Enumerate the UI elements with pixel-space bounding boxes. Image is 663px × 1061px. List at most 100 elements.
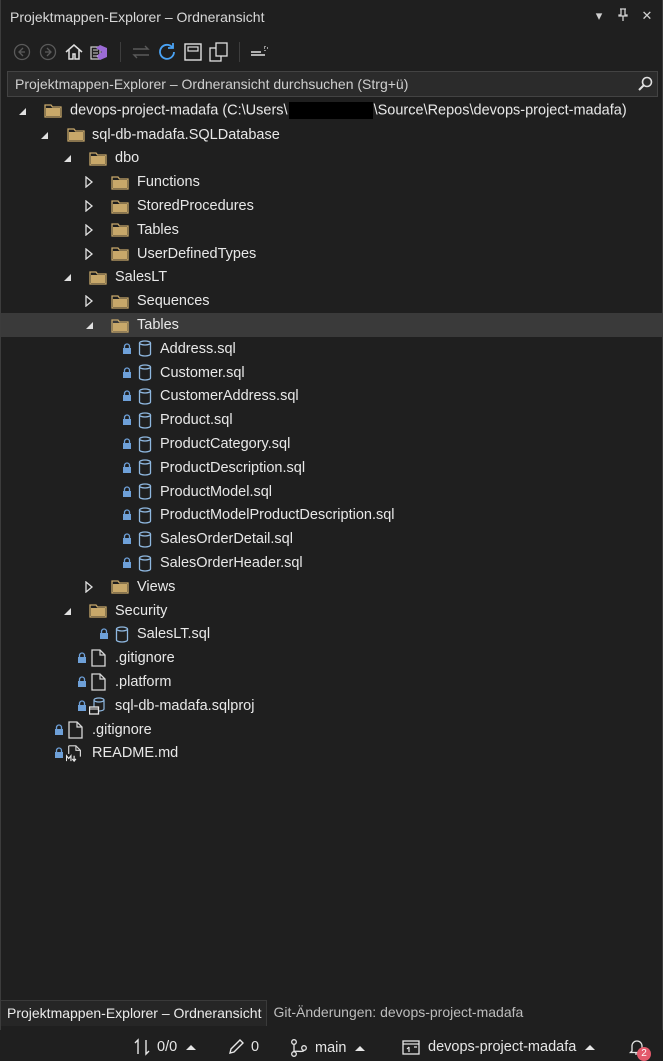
tree-item-table-file[interactable]: SalesOrderHeader.sql bbox=[1, 551, 662, 575]
tab-git-changes[interactable]: Git-Änderungen: devops-project-madafa bbox=[267, 1000, 528, 1026]
title-controls: ▾ ✕ bbox=[592, 8, 654, 24]
branch-selector[interactable]: main bbox=[289, 1038, 366, 1058]
toolbar-separator bbox=[239, 42, 240, 62]
database-file-icon bbox=[136, 387, 154, 405]
root-label-suffix: \Source\Repos\devops-project-madafa) bbox=[373, 102, 627, 119]
vs-switch-view-icon[interactable] bbox=[89, 41, 111, 63]
tree-item-label: Tables bbox=[137, 317, 179, 334]
lock-icon bbox=[122, 390, 132, 402]
repository-selector[interactable]: devops-project-madafa bbox=[402, 1038, 596, 1056]
lock-icon bbox=[122, 557, 132, 569]
tree-item-label: SalesLT.sql bbox=[137, 626, 211, 643]
dropdown-icon[interactable]: ▾ bbox=[592, 8, 606, 24]
tree-item-platform[interactable]: .platform bbox=[1, 670, 662, 694]
solution-explorer-panel: Projektmappen-Explorer – Ordneransicht ▾… bbox=[0, 0, 663, 1030]
folder-icon bbox=[111, 173, 129, 191]
sync-icon[interactable] bbox=[130, 41, 152, 63]
tree-item-functions[interactable]: Functions bbox=[1, 170, 662, 194]
tree-item-table-file[interactable]: Product.sql bbox=[1, 408, 662, 432]
tree-item-views[interactable]: Views bbox=[1, 575, 662, 599]
tree-item-userdefinedtypes[interactable]: UserDefinedTypes bbox=[1, 242, 662, 266]
collapsed-arrow-icon[interactable] bbox=[83, 223, 95, 236]
tree-item-label: Address.sql bbox=[160, 340, 236, 357]
tree-item-label: Product.sql bbox=[160, 412, 233, 429]
database-file-icon bbox=[136, 411, 154, 429]
tree-item-table-file[interactable]: Customer.sql bbox=[1, 361, 662, 385]
lock-icon bbox=[122, 486, 132, 498]
tree-item-storedprocedures[interactable]: StoredProcedures bbox=[1, 194, 662, 218]
tree-item-readme[interactable]: README.md bbox=[1, 742, 662, 766]
collapse-all-icon[interactable] bbox=[182, 41, 204, 63]
tree-item-sequences[interactable]: Sequences bbox=[1, 289, 662, 313]
close-icon[interactable]: ✕ bbox=[640, 8, 654, 24]
tree-item-table-file[interactable]: CustomerAddress.sql bbox=[1, 385, 662, 409]
tree-item-project[interactable]: sql-db-madafa.SQLDatabase bbox=[1, 123, 662, 147]
pending-changes[interactable]: 0 bbox=[227, 1038, 259, 1056]
tree-item-label: Views bbox=[137, 578, 176, 595]
pencil-icon bbox=[229, 1039, 244, 1054]
tree-item-root[interactable]: devops-project-madafa (C:\Users\ \Source\… bbox=[1, 99, 662, 123]
collapsed-arrow-icon[interactable] bbox=[83, 200, 95, 213]
search-input[interactable] bbox=[15, 76, 625, 92]
expanded-arrow-icon[interactable] bbox=[61, 271, 73, 283]
tree-item-saleslt-tables[interactable]: Tables bbox=[1, 313, 662, 337]
tree-item-label: StoredProcedures bbox=[137, 198, 254, 215]
changes-count: 0 bbox=[251, 1039, 260, 1055]
show-all-files-icon[interactable] bbox=[208, 41, 230, 63]
database-file-icon bbox=[113, 625, 131, 643]
file-icon bbox=[66, 720, 84, 739]
tree-item-sqlproj[interactable]: sql-db-madafa.sqlproj bbox=[1, 694, 662, 718]
tree-item-table-file[interactable]: SalesOrderDetail.sql bbox=[1, 527, 662, 551]
expanded-arrow-icon[interactable] bbox=[38, 129, 50, 141]
forward-icon[interactable] bbox=[37, 41, 59, 63]
home-icon[interactable] bbox=[63, 41, 85, 63]
tree-item-project-gitignore[interactable]: .gitignore bbox=[1, 646, 662, 670]
tree-item-root-gitignore[interactable]: .gitignore bbox=[1, 718, 662, 742]
repository-icon bbox=[402, 1040, 420, 1055]
tree-item-label: sql-db-madafa.SQLDatabase bbox=[92, 126, 280, 143]
tree-item-security-file[interactable]: SalesLT.sql bbox=[1, 623, 662, 647]
database-file-icon bbox=[136, 506, 154, 524]
tree-item-table-file[interactable]: ProductDescription.sql bbox=[1, 456, 662, 480]
sync-status[interactable]: 0/0 bbox=[133, 1038, 197, 1056]
expanded-arrow-icon[interactable] bbox=[83, 319, 95, 331]
tree-item-table-file[interactable]: ProductModelProductDescription.sql bbox=[1, 504, 662, 528]
panel-titlebar: Projektmappen-Explorer – Ordneransicht ▾… bbox=[1, 0, 662, 34]
properties-icon[interactable] bbox=[249, 41, 271, 63]
database-file-icon bbox=[136, 530, 154, 548]
lock-icon bbox=[122, 414, 132, 426]
tree-item-label: Functions bbox=[137, 174, 200, 191]
file-tree: devops-project-madafa (C:\Users\ \Source\… bbox=[1, 99, 662, 765]
tree-item-security[interactable]: Security bbox=[1, 599, 662, 623]
collapsed-arrow-icon[interactable] bbox=[83, 247, 95, 260]
collapsed-arrow-icon[interactable] bbox=[83, 295, 95, 308]
refresh-icon[interactable] bbox=[156, 41, 178, 63]
tree-item-table-file[interactable]: ProductModel.sql bbox=[1, 480, 662, 504]
expanded-arrow-icon[interactable] bbox=[61, 605, 73, 617]
lock-icon bbox=[99, 628, 109, 640]
tree-item-table-file[interactable]: Address.sql bbox=[1, 337, 662, 361]
file-icon bbox=[89, 649, 107, 667]
pin-icon[interactable] bbox=[616, 8, 630, 24]
tree-item-saleslt[interactable]: SalesLT bbox=[1, 266, 662, 290]
collapsed-arrow-icon[interactable] bbox=[83, 580, 95, 593]
tree-item-label: .gitignore bbox=[115, 650, 175, 667]
lock-icon bbox=[54, 747, 64, 759]
tree-item-label: SalesLT bbox=[115, 269, 168, 286]
back-icon[interactable] bbox=[11, 41, 33, 63]
tree-item-table-file[interactable]: ProductCategory.sql bbox=[1, 432, 662, 456]
caret-up-icon bbox=[355, 1045, 366, 1051]
tree-item-label: SalesOrderDetail.sql bbox=[160, 531, 293, 548]
tab-folder-view[interactable]: Projektmappen-Explorer – Ordneransicht bbox=[1, 1000, 268, 1026]
tree-item-label: devops-project-madafa (C:\Users\ \Source\… bbox=[70, 102, 627, 120]
expanded-arrow-icon[interactable] bbox=[16, 105, 28, 117]
up-down-arrows-icon bbox=[134, 1038, 150, 1056]
collapsed-arrow-icon[interactable] bbox=[83, 176, 95, 189]
search-box[interactable] bbox=[7, 71, 658, 97]
tree-item-dbo[interactable]: dbo bbox=[1, 147, 662, 171]
tree-item-label: Security bbox=[115, 602, 168, 619]
file-icon bbox=[89, 673, 107, 691]
expanded-arrow-icon[interactable] bbox=[61, 152, 73, 164]
search-icon[interactable] bbox=[637, 76, 653, 95]
tree-item-dbo-tables[interactable]: Tables bbox=[1, 218, 662, 242]
